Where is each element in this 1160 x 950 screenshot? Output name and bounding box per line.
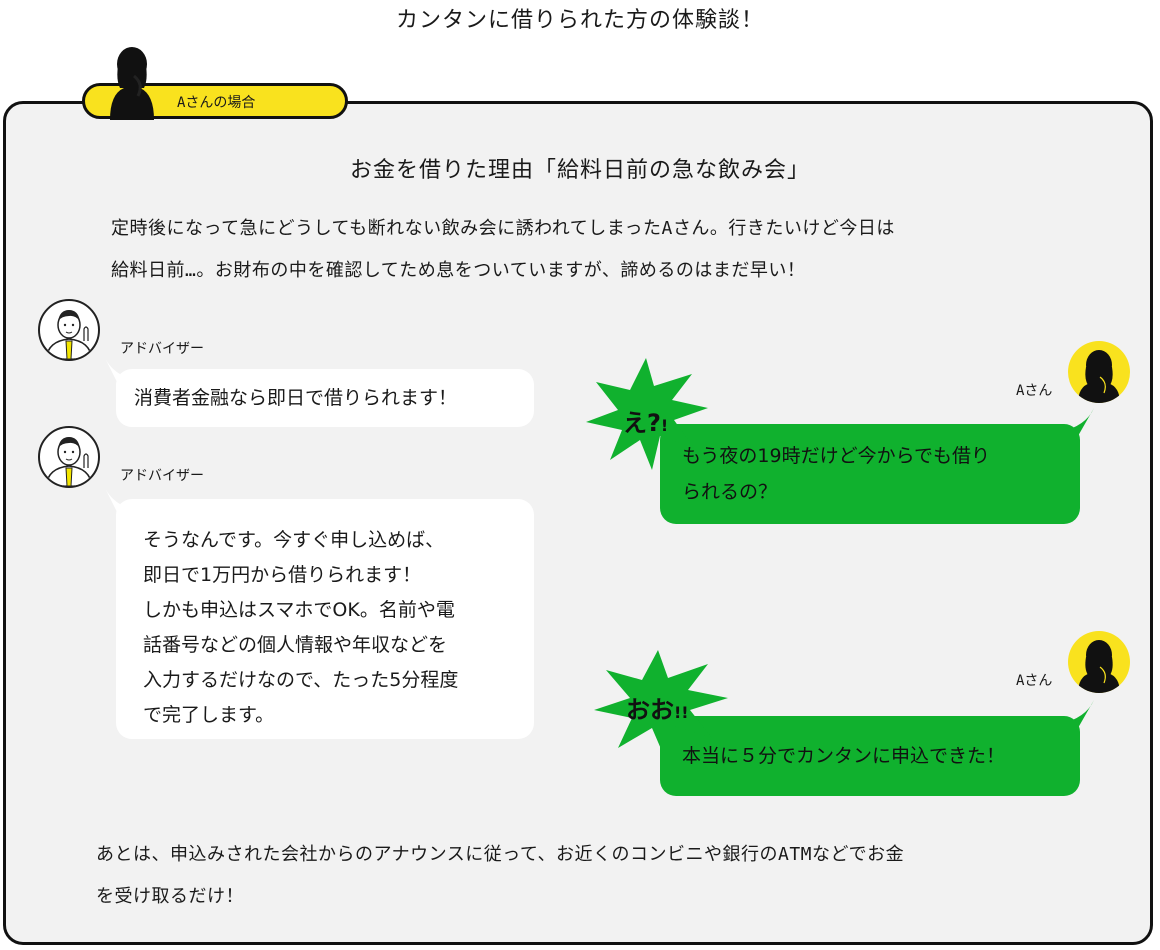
advisor-message-1: 消費者金融なら即日で借りられます！	[116, 369, 534, 427]
exclaim-1: え?!	[623, 403, 668, 438]
outro-line: を受け取るだけ！	[96, 886, 244, 907]
advisor-avatar-icon	[38, 299, 100, 361]
section-heading: お金を借りた理由「給料日前の急な飲み会」	[349, 158, 810, 183]
user-name: Aさん	[1016, 673, 1053, 689]
intro-text: 定時後になって急にどうしても断れない飲み会に誘われてしまったAさん。行きたいけど…	[111, 208, 1091, 292]
advisor-message-2-line: しかも申込はスマホでOK。名前や電	[143, 599, 455, 621]
advisor-message-2-line: 入力するだけなので、たった5分程度	[143, 669, 459, 691]
outro-line: あとは、申込みされた会社からのアナウンスに従って、お近くのコンビニや銀行のATM…	[96, 844, 905, 865]
advisor-avatar-icon	[38, 426, 100, 488]
advisor-message-2-line: そうなんです。今すぐ申し込めば、	[143, 529, 445, 551]
user-avatar-icon	[1068, 631, 1130, 693]
advisor-message-1-text: 消費者金融なら即日で借りられます！	[134, 387, 458, 409]
user-avatar-icon	[1068, 341, 1130, 403]
advisor-message-2-line: で完了します。	[143, 704, 275, 726]
page-title: カンタンに借りられた方の体験談！	[395, 8, 764, 33]
user-message-1: もう夜の19時だけど今からでも借り られるの？	[660, 424, 1080, 524]
exclaim-2-main: おお	[626, 696, 674, 724]
advisor-message-2: そうなんです。今すぐ申し込めば、 即日で1万円から借りられます！ しかも申込はス…	[116, 499, 534, 739]
user-message-1-line: られるの？	[682, 481, 778, 503]
exclaim-1-small: !	[660, 416, 669, 435]
user-message-1-line: もう夜の19時だけど今からでも借り	[682, 445, 991, 467]
advisor-message-2-line: 即日で1万円から借りられます！	[143, 564, 422, 586]
exclaim-1-main: え?	[623, 409, 661, 437]
intro-line: 定時後になって急にどうしても断れない飲み会に誘われてしまったAさん。行きたいけど…	[111, 218, 895, 239]
case-label: Aさんの場合	[177, 95, 256, 111]
exclaim-2: おお!!	[626, 690, 689, 725]
advisor-name: アドバイザー	[120, 341, 204, 357]
user-name: Aさん	[1016, 383, 1053, 399]
outro-text: あとは、申込みされた会社からのアナウンスに従って、お近くのコンビニや銀行のATM…	[96, 834, 1096, 918]
exclaim-2-small: !!	[674, 703, 689, 722]
advisor-name: アドバイザー	[120, 468, 204, 484]
advisor-message-2-line: 話番号などの個人情報や年収などを	[143, 634, 448, 656]
person-silhouette-icon	[110, 47, 154, 120]
intro-line: 給料日前…。お財布の中を確認してため息をついていますが、諦めるのはまだ早い！	[111, 260, 806, 281]
